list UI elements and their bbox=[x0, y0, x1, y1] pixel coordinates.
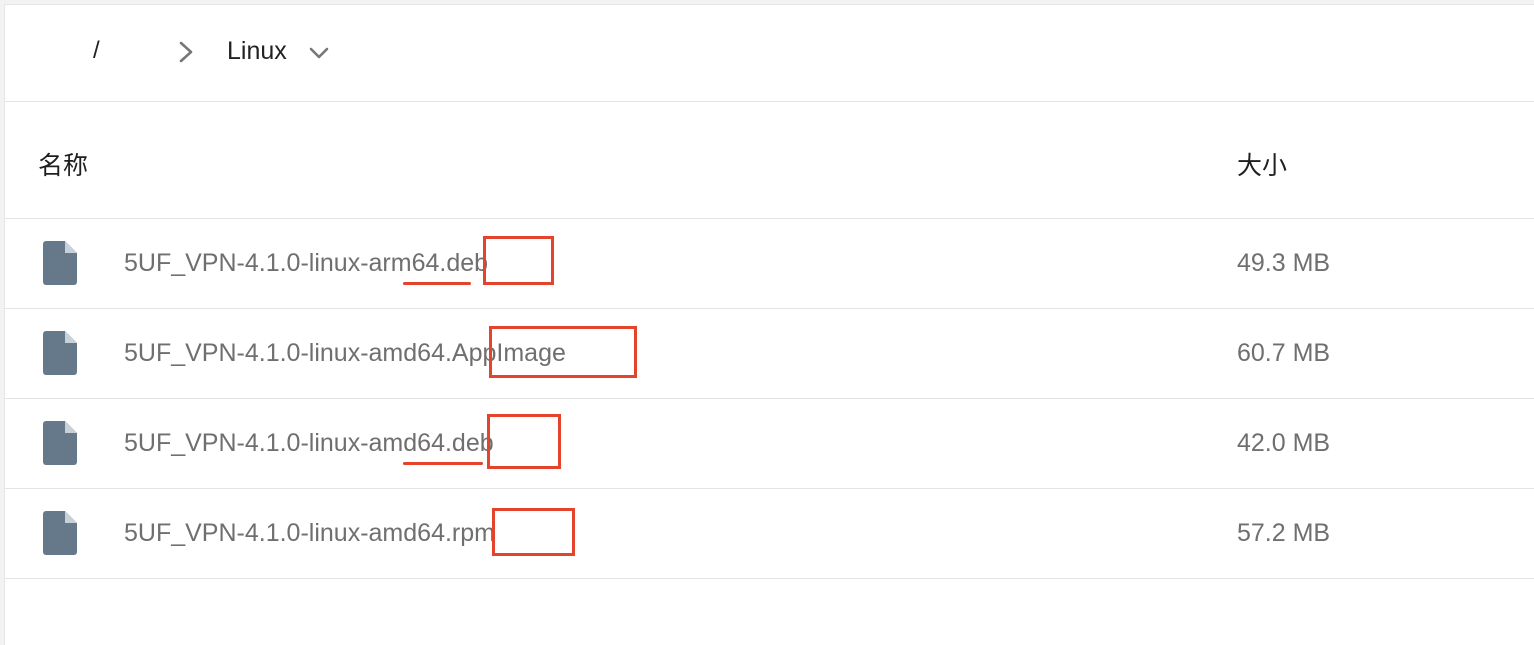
file-name[interactable]: 5UF_VPN-4.1.0-linux-arm64.deb bbox=[124, 249, 488, 278]
column-header-name[interactable]: 名称 bbox=[38, 146, 88, 182]
table-row[interactable]: 5UF_VPN-4.1.0-linux-arm64.deb 49.3 MB bbox=[5, 219, 1534, 309]
chevron-right-icon bbox=[179, 41, 193, 63]
breadcrumb: / Linux bbox=[5, 5, 1534, 102]
annotation-underline-amd64 bbox=[403, 462, 483, 465]
annotation-box-deb bbox=[487, 414, 561, 469]
file-icon bbox=[43, 331, 77, 375]
annotation-underline-arm64 bbox=[403, 282, 471, 285]
file-size: 49.3 MB bbox=[1237, 249, 1331, 277]
file-icon bbox=[43, 421, 77, 465]
file-icon bbox=[43, 511, 77, 555]
table-header: 名称 大小 bbox=[5, 102, 1534, 219]
column-header-size[interactable]: 大小 bbox=[1237, 146, 1287, 182]
annotation-box-deb bbox=[483, 236, 554, 285]
file-icon bbox=[43, 241, 77, 285]
breadcrumb-root-link[interactable]: / bbox=[93, 37, 100, 65]
annotation-box-rpm bbox=[492, 508, 575, 556]
breadcrumb-current-folder[interactable]: Linux bbox=[227, 37, 287, 66]
file-name[interactable]: 5UF_VPN-4.1.0-linux-amd64.deb bbox=[124, 429, 494, 458]
file-size: 57.2 MB bbox=[1237, 519, 1331, 547]
file-size: 42.0 MB bbox=[1237, 429, 1331, 457]
table-row[interactable]: 5UF_VPN-4.1.0-linux-amd64.AppImage 60.7 … bbox=[5, 309, 1534, 399]
file-browser-panel: / Linux 名称 大小 5UF_VPN-4.1.0-linux-arm64.… bbox=[4, 4, 1534, 645]
table-row[interactable]: 5UF_VPN-4.1.0-linux-amd64.deb 42.0 MB bbox=[5, 399, 1534, 489]
file-size: 60.7 MB bbox=[1237, 339, 1331, 367]
table-row[interactable]: 5UF_VPN-4.1.0-linux-amd64.rpm 57.2 MB bbox=[5, 489, 1534, 579]
file-name[interactable]: 5UF_VPN-4.1.0-linux-amd64.rpm bbox=[124, 519, 495, 548]
annotation-box-appimage bbox=[489, 326, 637, 378]
chevron-down-icon[interactable] bbox=[307, 41, 331, 65]
